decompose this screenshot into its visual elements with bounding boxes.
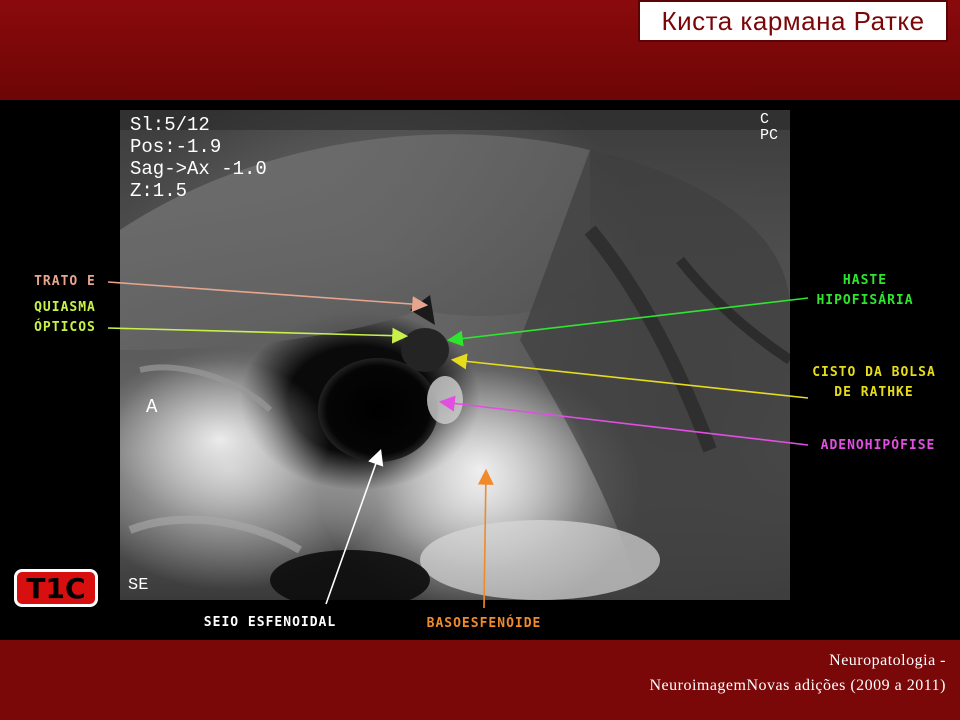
- label-quiasma: QUIASMA ÓPTICOS: [20, 298, 110, 338]
- label-haste: HASTE HIPOFISÁRIA: [800, 271, 930, 311]
- label-quiasma-line1: QUIASMA: [34, 300, 96, 315]
- arrow-haste: [446, 297, 809, 347]
- label-seio: SEIO ESFENOIDAL: [203, 615, 337, 630]
- arrow-baso: [477, 468, 494, 609]
- sequence-badge: T1C: [14, 569, 98, 607]
- annotation-arrows: [107, 281, 809, 609]
- arrow-trato: [107, 281, 429, 313]
- arrow-seio: [325, 448, 384, 605]
- label-haste-line2: HIPOFISÁRIA: [816, 293, 914, 308]
- label-cisto-line1: CISTO DA BOLSA: [812, 365, 936, 380]
- label-adeno: ADENOHIPÓFISE: [820, 438, 936, 453]
- label-cisto-line2: DE RATHKE: [834, 385, 914, 400]
- label-trato-line1: TRATO E: [34, 274, 96, 289]
- source-credit-line2: NeuroimagemNovas adições (2009 a 2011): [649, 677, 946, 694]
- source-credit: Neuropatologia - NeuroimagemNovas adiçõe…: [649, 648, 946, 698]
- label-cisto: CISTO DA BOLSA DE RATHKE: [796, 363, 952, 403]
- label-haste-line1: HASTE: [842, 273, 888, 288]
- arrow-adeno: [438, 395, 809, 446]
- label-baso: BASOESFENÓIDE: [426, 616, 542, 631]
- arrow-quiasma: [107, 327, 409, 344]
- label-quiasma-line2: ÓPTICOS: [34, 320, 96, 335]
- arrow-cisto: [450, 353, 809, 399]
- label-trato: TRATO E: [20, 272, 110, 292]
- source-credit-line1: Neuropatologia -: [829, 652, 946, 669]
